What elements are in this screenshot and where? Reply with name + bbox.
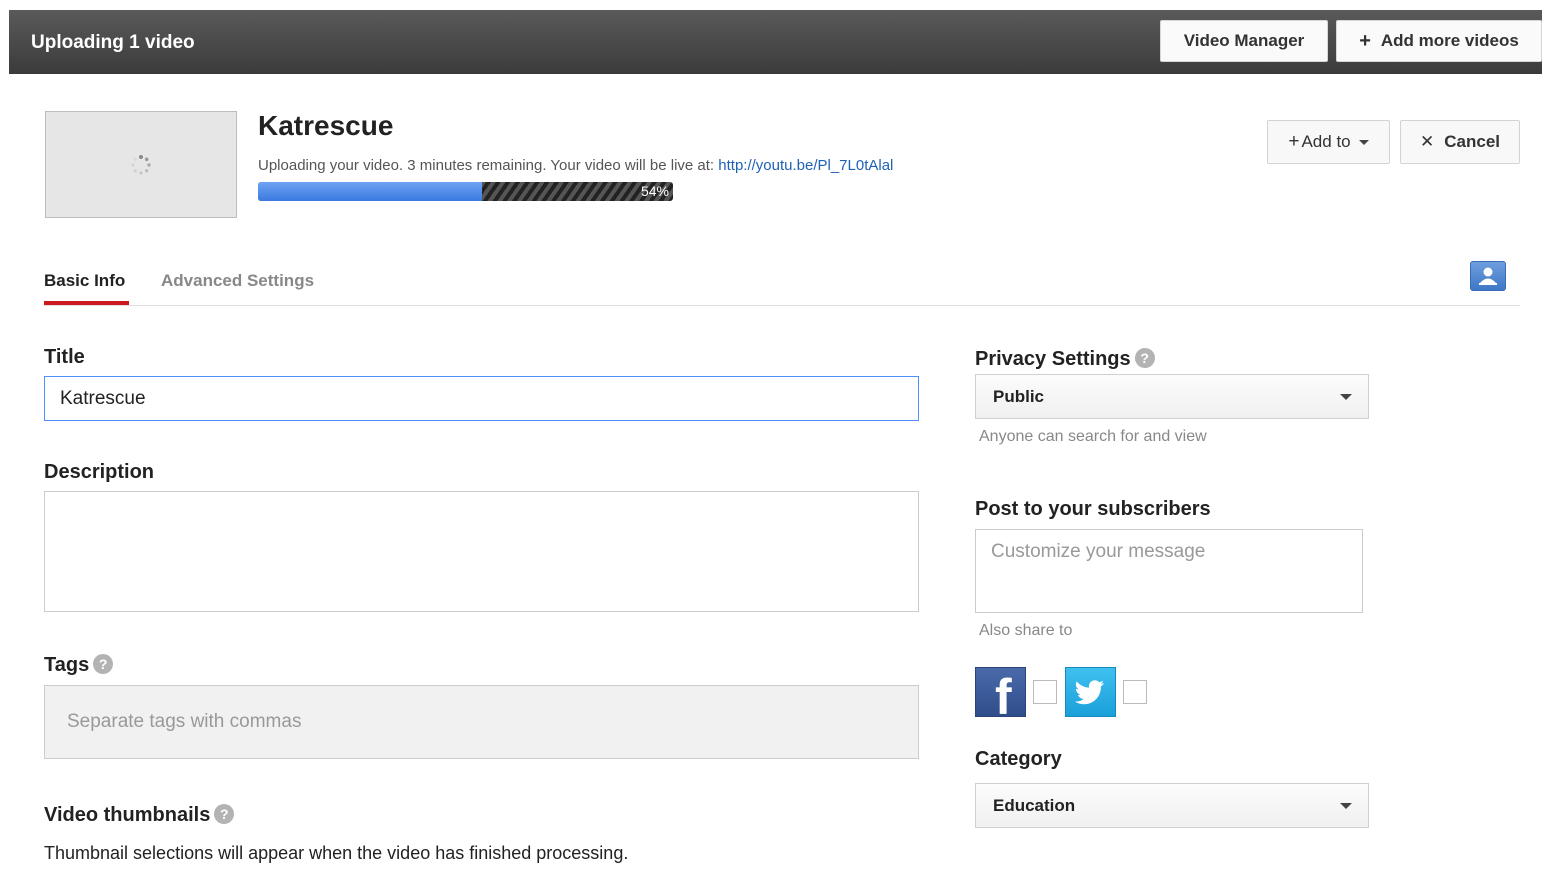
video-url-link[interactable]: http://youtu.be/Pl_7L0tAlal [718,157,893,174]
also-share-label: Also share to [979,622,1073,639]
add-to-label: Add to [1301,132,1351,151]
add-more-videos-button[interactable]: + Add more videos [1336,20,1542,62]
privacy-select[interactable]: Public [975,374,1369,419]
video-manager-button[interactable]: Video Manager [1160,20,1328,62]
thumbnails-label-text: Video thumbnails [44,804,211,826]
video-title-heading: Katrescue [258,110,394,141]
description-field-label: Description [44,461,155,483]
privacy-selected-value: Public [993,387,1045,406]
plus-icon: + [1288,131,1300,152]
tags-label-text: Tags [44,654,90,676]
title-field-label: Title [44,346,85,368]
chevron-down-icon [1340,394,1352,400]
upload-progress-label: 54% [640,183,669,199]
cancel-button[interactable]: ✕ Cancel [1400,120,1520,164]
facebook-letter: f [995,669,1012,717]
post-to-subscribers-label: Post to your subscribers [975,498,1211,520]
thumbnails-note: Thumbnail selections will appear when th… [44,843,629,863]
category-label: Category [975,748,1062,770]
video-thumbnails-label: Video thumbnails? [44,804,235,827]
privacy-settings-label: Privacy Settings? [975,348,1155,371]
tags-field-label: Tags? [44,654,114,677]
facebook-share-checkbox[interactable] [1033,680,1057,704]
title-input[interactable] [44,376,919,421]
chevron-down-icon [1358,139,1369,145]
help-icon[interactable]: ? [93,654,114,674]
cancel-label: Cancel [1444,132,1500,151]
tab-divider [44,305,1520,306]
upload-status-message: Uploading your video. 3 minutes remainin… [258,157,719,174]
privacy-label-text: Privacy Settings [975,348,1131,370]
person-icon [1479,267,1497,285]
tab-advanced-settings[interactable]: Advanced Settings [161,271,314,291]
video-thumbnail-placeholder [45,111,237,218]
upload-header-title: Uploading 1 video [31,32,195,53]
twitter-share-checkbox[interactable] [1123,680,1147,704]
add-more-videos-label: Add more videos [1380,31,1519,50]
upload-progress-bar: 54% [258,182,673,201]
video-manager-label: Video Manager [1183,31,1305,50]
help-icon[interactable]: ? [1134,348,1155,368]
close-icon: ✕ [1420,132,1435,151]
category-selected-value: Education [993,796,1076,815]
category-select[interactable]: Education [975,783,1369,828]
description-input[interactable] [44,491,919,612]
upload-header-bar: Uploading 1 video Video Manager + Add mo… [9,10,1542,74]
subscriber-message-input[interactable] [975,529,1363,613]
privacy-hint: Anyone can search for and view [979,428,1207,445]
plus-icon: + [1359,29,1371,52]
twitter-icon[interactable] [1065,667,1116,717]
tags-input[interactable] [44,685,919,759]
share-people-icon[interactable] [1470,261,1506,291]
help-icon[interactable]: ? [214,804,235,824]
chevron-down-icon [1340,803,1352,809]
loading-spinner-icon [131,155,151,175]
add-to-button[interactable]: + Add to [1267,120,1390,164]
tab-basic-info[interactable]: Basic Info [44,271,125,291]
upload-status-text: Uploading your video. 3 minutes remainin… [258,157,893,174]
facebook-icon[interactable]: f [975,667,1026,717]
twitter-bird-icon [1074,680,1104,705]
upload-progress-fill [258,182,483,201]
